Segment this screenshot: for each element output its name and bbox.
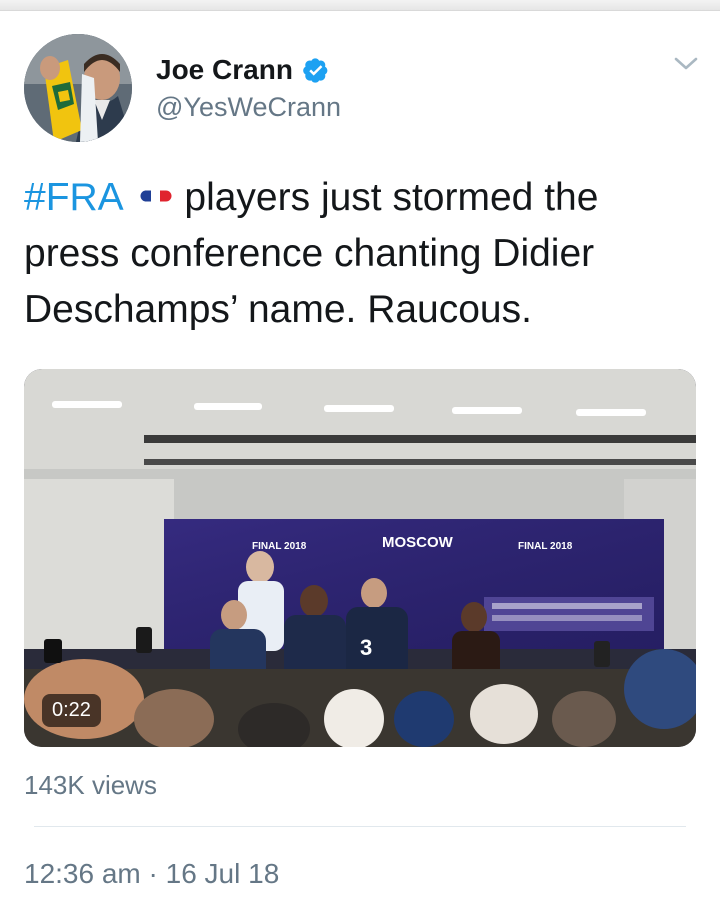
- author-avatar[interactable]: [24, 34, 132, 142]
- view-count: 143K views: [24, 770, 157, 800]
- hashtag-link[interactable]: #FRA: [24, 176, 122, 219]
- tweet-body-line1: players just stormed the: [184, 176, 599, 219]
- video-duration-badge: 0:22: [42, 694, 101, 727]
- author-handle[interactable]: @YesWeCrann: [156, 92, 341, 123]
- top-divider: [0, 0, 720, 11]
- tweet-body-rest: press conference chanting Didier Descham…: [24, 232, 595, 331]
- chevron-down-icon[interactable]: [672, 54, 700, 74]
- verified-badge-icon: [303, 58, 328, 83]
- tweet-timestamp[interactable]: 12:36 am · 16 Jul 18: [24, 858, 279, 890]
- video-player[interactable]: MOSCOW FINAL 2018 FINAL 2018 3 0:22: [24, 369, 696, 747]
- backdrop-final-right-text: FINAL 2018: [518, 541, 573, 552]
- jersey-number-text: 3: [360, 635, 372, 660]
- author-display-name[interactable]: Joe Crann: [156, 54, 293, 86]
- video-thumbnail: MOSCOW FINAL 2018 FINAL 2018 3: [24, 369, 696, 747]
- tweet-text: #FRA players just stormed the press conf…: [24, 170, 700, 338]
- france-flag-icon: [140, 190, 172, 202]
- divider: [34, 826, 686, 827]
- backdrop-moscow-text: MOSCOW: [382, 534, 454, 551]
- backdrop-final-left-text: FINAL 2018: [252, 541, 307, 552]
- avatar-photo-icon: [24, 34, 132, 142]
- author-name-row[interactable]: Joe Crann: [156, 52, 329, 88]
